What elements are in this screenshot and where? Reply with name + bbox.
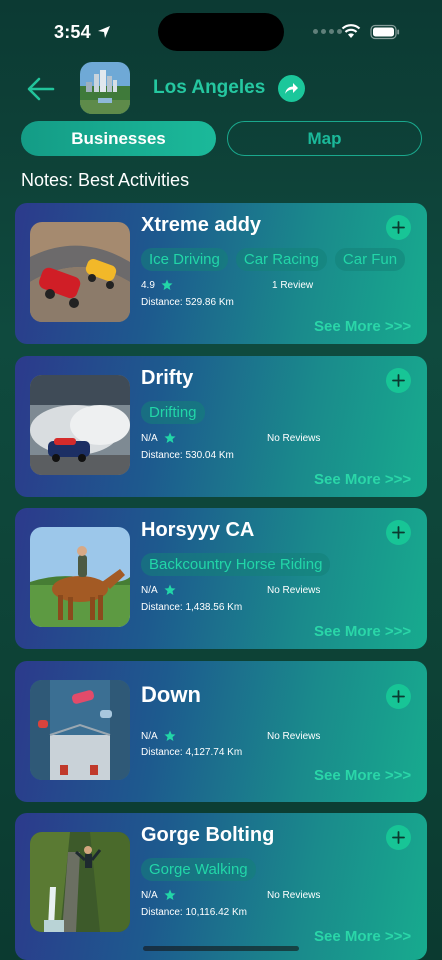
header: Los Angeles (0, 60, 442, 116)
see-more-link[interactable]: See More >>> (314, 928, 411, 945)
plus-icon (392, 526, 405, 539)
rating-value: N/A (141, 584, 158, 596)
category-tag[interactable]: Ice Driving (141, 248, 228, 271)
notes-text: Notes: Best Activities (21, 170, 190, 190)
category-tag[interactable]: Gorge Walking (141, 858, 256, 881)
business-card[interactable]: Drifty Drifting N/A No Reviews Distance:… (15, 356, 427, 497)
battery-icon (370, 24, 400, 40)
business-image (30, 375, 130, 475)
review-count[interactable]: No Reviews (267, 433, 320, 444)
dynamic-island (158, 13, 284, 51)
review-count[interactable]: No Reviews (267, 890, 320, 901)
business-image (30, 527, 130, 627)
add-button[interactable] (386, 215, 411, 240)
star-icon (164, 432, 176, 443)
see-more-link[interactable]: See More >>> (314, 318, 411, 335)
add-button[interactable] (386, 684, 411, 709)
category-tag[interactable]: Drifting (141, 401, 205, 424)
business-card[interactable]: Xtreme addy Ice Driving Car Racing Car F… (15, 203, 427, 344)
home-indicator[interactable] (143, 946, 299, 951)
business-image (30, 222, 130, 322)
cellular-signal-icon (313, 29, 342, 34)
see-more-link[interactable]: See More >>> (314, 767, 411, 784)
rating-value: 4.9 (141, 279, 155, 291)
see-more-link[interactable]: See More >>> (314, 471, 411, 488)
plus-icon (392, 374, 405, 387)
status-bar: 3:54 (0, 0, 442, 62)
rating: N/A (141, 889, 176, 901)
rating-value: N/A (141, 889, 158, 901)
add-button[interactable] (386, 825, 411, 850)
rating-value: N/A (141, 432, 158, 444)
plus-icon (392, 221, 405, 234)
business-card[interactable]: Gorge Bolting Gorge Walking N/A No Revie… (15, 813, 427, 960)
wifi-icon (341, 24, 361, 38)
distance: Distance: 1,438.56 Km (141, 602, 243, 613)
business-image (30, 680, 130, 780)
see-more-link[interactable]: See More >>> (314, 623, 411, 640)
tab-businesses[interactable]: Businesses (21, 121, 216, 156)
business-title: Drifty (141, 367, 194, 389)
back-arrow-icon[interactable] (26, 76, 56, 102)
distance: Distance: 10,116.42 Km (141, 907, 247, 918)
plus-icon (392, 831, 405, 844)
business-title: Down (141, 682, 201, 707)
add-button[interactable] (386, 520, 411, 545)
business-title: Horsyyy CA (141, 519, 255, 541)
category-tag[interactable]: Car Racing (235, 248, 327, 271)
star-icon (164, 889, 176, 900)
category-tag[interactable]: Car Fun (334, 248, 406, 271)
share-button[interactable] (278, 75, 305, 102)
rating-value: N/A (141, 730, 158, 742)
business-card[interactable]: Horsyyy CA Backcountry Horse Riding N/A … (15, 508, 427, 649)
review-count[interactable]: No Reviews (267, 585, 320, 596)
tab-map[interactable]: Map (227, 121, 422, 156)
star-icon (161, 279, 173, 290)
business-title: Gorge Bolting (141, 824, 275, 846)
share-arrow-icon (285, 83, 298, 94)
business-title: Xtreme addy (141, 214, 262, 236)
business-image (30, 832, 130, 932)
category-tags: Drifting (141, 401, 205, 424)
rating: N/A (141, 584, 176, 596)
category-tags: Gorge Walking (141, 858, 256, 881)
category-tags: Backcountry Horse Riding (141, 553, 331, 576)
add-button[interactable] (386, 368, 411, 393)
category-tags: Ice Driving Car Racing Car Fun (141, 248, 406, 271)
category-tag[interactable]: Backcountry Horse Riding (141, 553, 331, 576)
star-icon (164, 584, 176, 595)
status-time: 3:54 (54, 22, 91, 42)
city-title: Los Angeles (153, 77, 266, 98)
city-image (80, 62, 130, 114)
location-arrow-icon (98, 26, 110, 38)
distance: Distance: 529.86 Km (141, 297, 234, 308)
rating: 4.9 (141, 279, 173, 291)
business-card[interactable]: Down N/A No Reviews Distance: 4,127.74 K… (15, 661, 427, 802)
star-icon (164, 730, 176, 741)
rating: N/A (141, 432, 176, 444)
review-count[interactable]: No Reviews (267, 731, 320, 742)
review-count[interactable]: 1 Review (272, 280, 313, 291)
distance: Distance: 4,127.74 Km (141, 747, 243, 758)
rating: N/A (141, 730, 176, 742)
plus-icon (392, 690, 405, 703)
distance: Distance: 530.04 Km (141, 450, 234, 461)
